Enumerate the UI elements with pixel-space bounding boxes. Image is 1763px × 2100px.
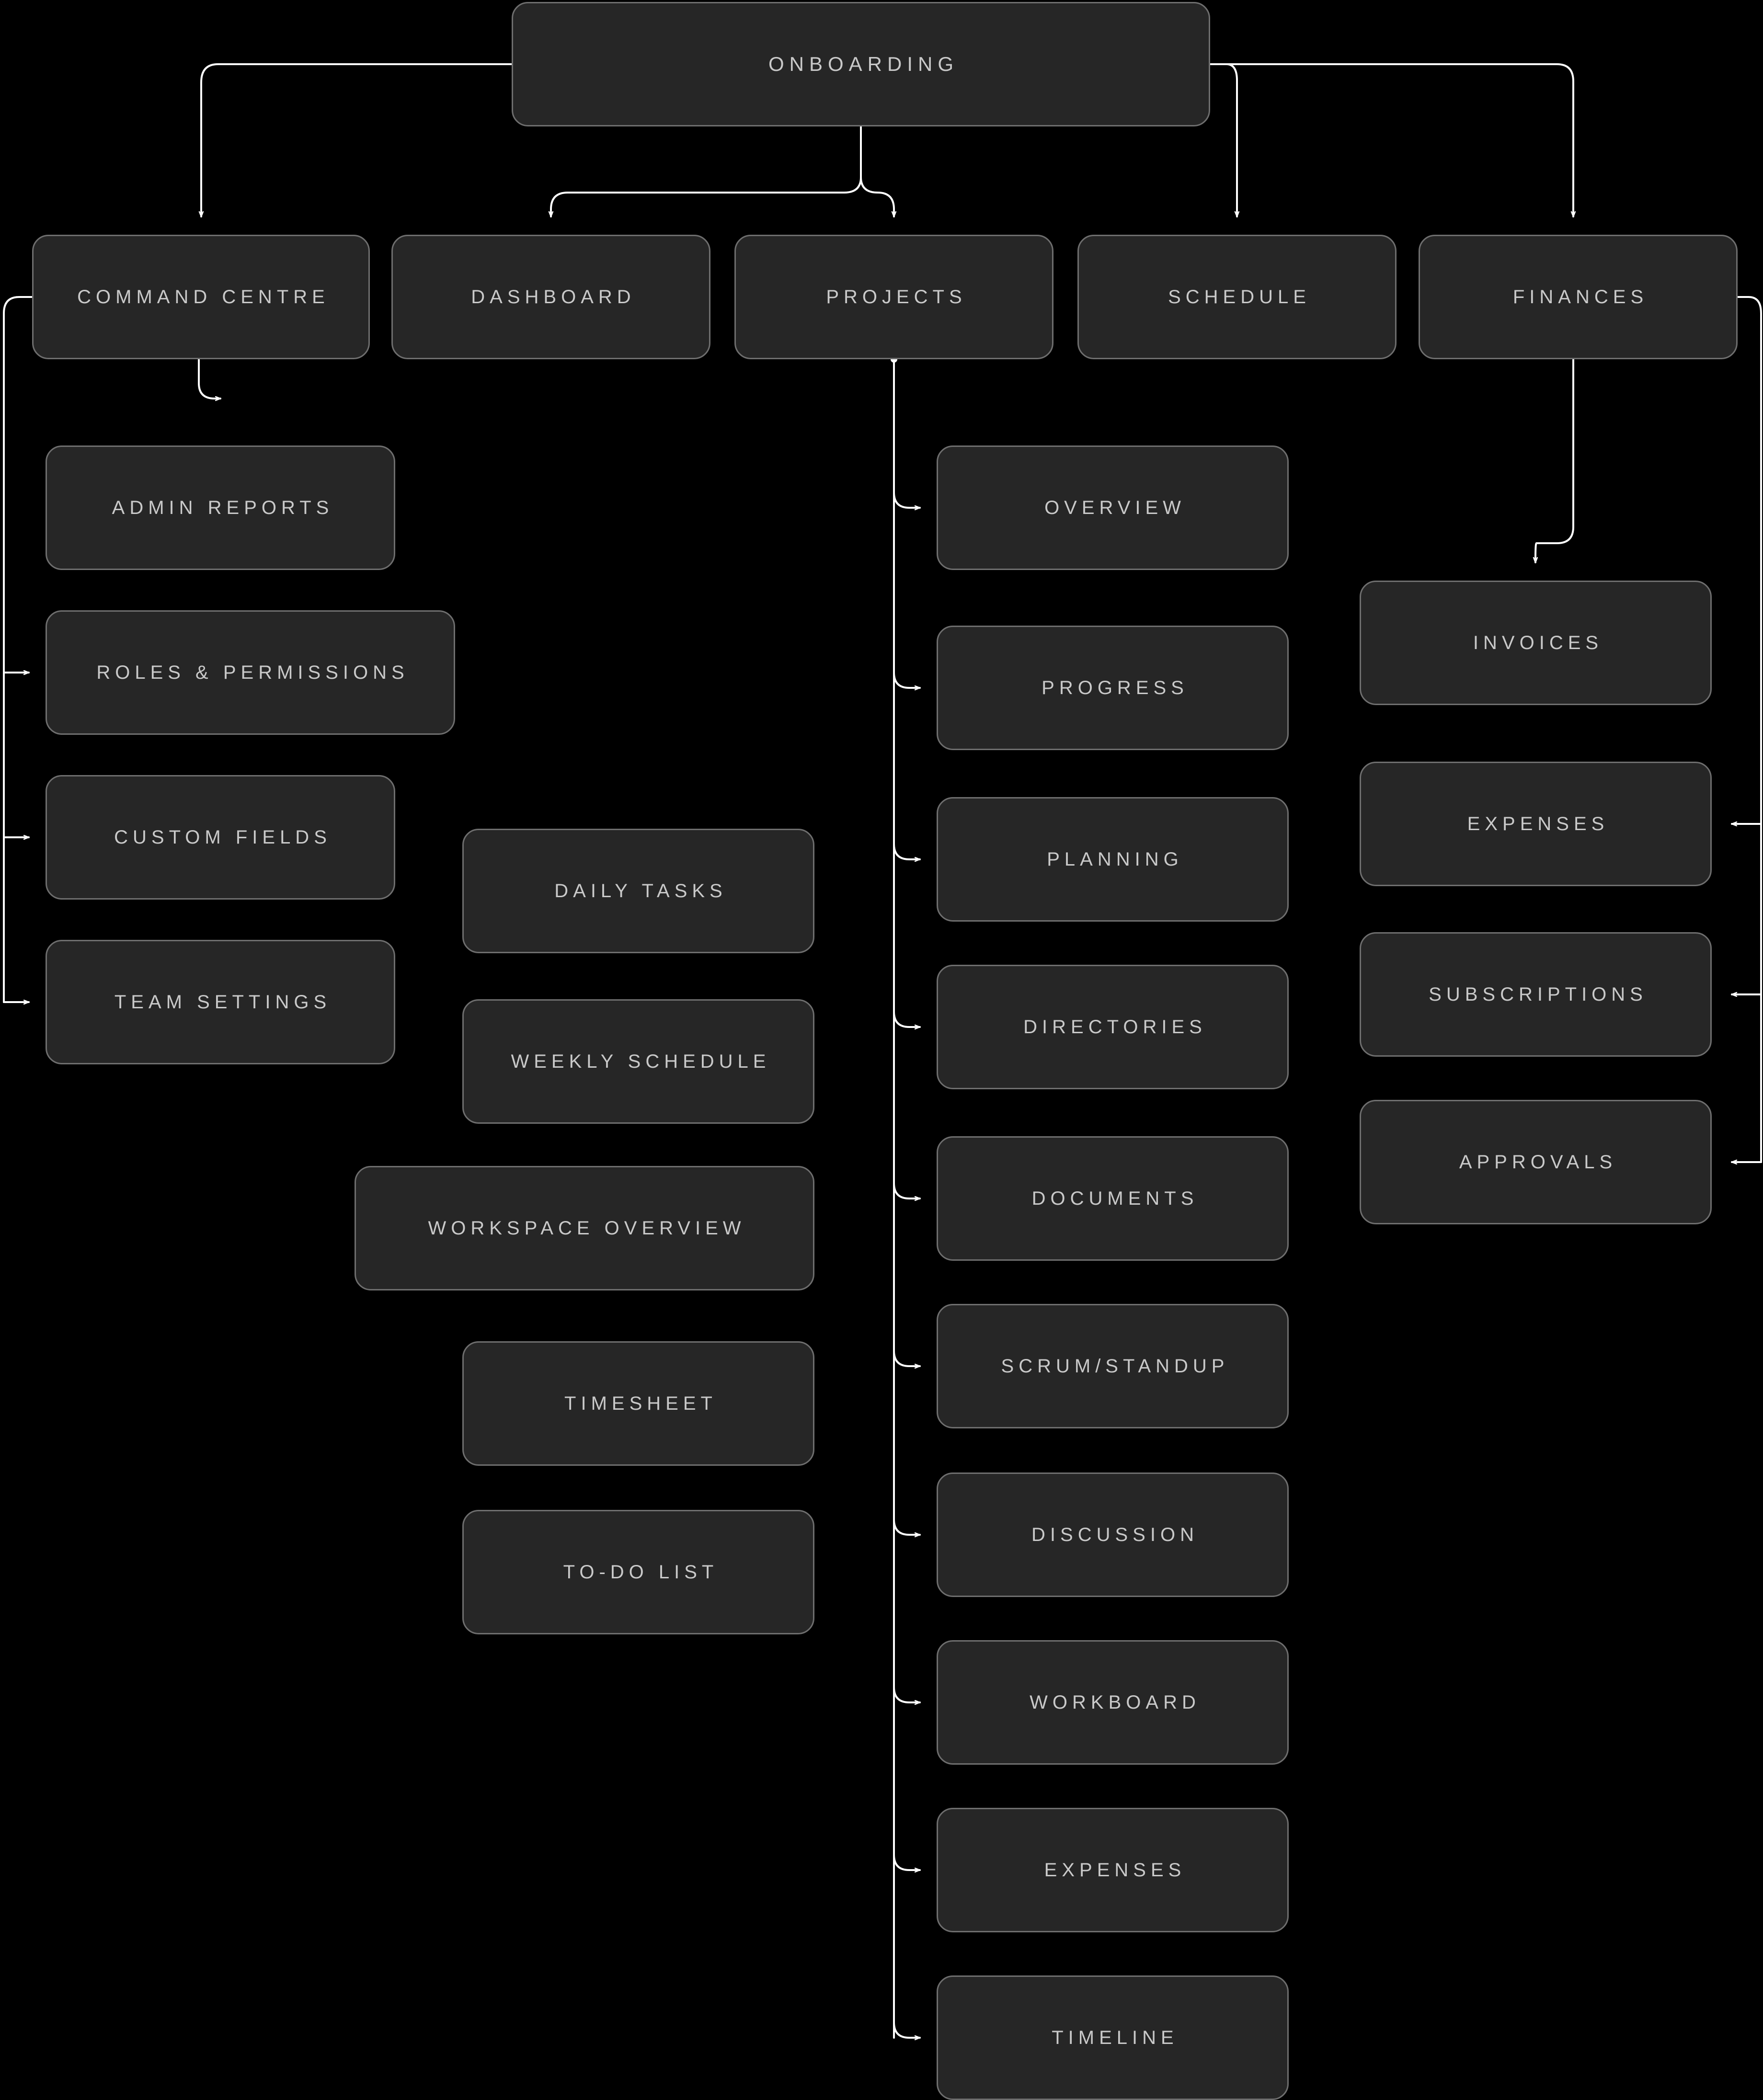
node-progress[interactable]: PROGRESS (937, 626, 1289, 750)
node-weekly-schedule[interactable]: WEEKLY SCHEDULE (462, 999, 814, 1124)
node-label: EXPENSES (1044, 1860, 1186, 1881)
node-team-settings[interactable]: TEAM SETTINGS (46, 940, 395, 1064)
node-label: SUBSCRIPTIONS (1429, 984, 1648, 1005)
node-label: WORKBOARD (1030, 1692, 1201, 1713)
node-label: OVERVIEW (1044, 497, 1186, 518)
edge-pr-discussion (893, 1518, 921, 1535)
node-label: SCHEDULE (1168, 286, 1311, 308)
sitemap-diagram: ONBOARDING COMMAND CENTRE DASHBOARD PROJ… (0, 0, 1763, 2100)
node-finance-expenses[interactable]: EXPENSES (1360, 762, 1712, 886)
edge-root-dashboard (551, 126, 862, 217)
edge-root-schedule (1209, 63, 1237, 217)
node-label: DISCUSSION (1031, 1524, 1199, 1545)
edge-pr-directories (893, 1011, 921, 1027)
edge-cc-left-trunk (3, 296, 33, 1003)
node-admin-reports[interactable]: ADMIN REPORTS (46, 445, 395, 570)
node-documents[interactable]: DOCUMENTS (937, 1136, 1289, 1261)
node-label: WEEKLY SCHEDULE (511, 1051, 771, 1072)
node-label: PLANNING (1047, 849, 1183, 870)
node-approvals[interactable]: APPROVALS (1360, 1100, 1712, 1224)
node-timesheet[interactable]: TIMESHEET (462, 1341, 814, 1466)
node-label: DAILY TASKS (554, 880, 727, 902)
node-overview[interactable]: OVERVIEW (937, 445, 1289, 570)
node-label: ROLES & PERMISSIONS (96, 662, 409, 683)
node-directories[interactable]: DIRECTORIES (937, 965, 1289, 1089)
edge-pr-documents (893, 1182, 921, 1198)
node-command-centre[interactable]: COMMAND CENTRE (32, 235, 370, 359)
node-schedule[interactable]: SCHEDULE (1077, 235, 1397, 359)
node-label: DASHBOARD (471, 286, 636, 308)
node-dashboard[interactable]: DASHBOARD (391, 235, 710, 359)
edge-root-finances (1209, 63, 1573, 217)
node-label: SCRUM/STANDUP (1001, 1356, 1229, 1377)
node-label: TO-DO LIST (563, 1562, 719, 1583)
node-label: CUSTOM FIELDS (114, 827, 332, 848)
node-invoices[interactable]: INVOICES (1360, 581, 1712, 705)
node-label: COMMAND CENTRE (77, 286, 330, 308)
node-onboarding[interactable]: ONBOARDING (512, 2, 1210, 126)
node-label: FINANCES (1512, 286, 1649, 308)
edge-fin-invoices (1535, 358, 1574, 563)
edge-cc-admin-reports (198, 358, 221, 399)
node-label: DOCUMENTS (1031, 1188, 1199, 1209)
node-label: APPROVALS (1459, 1152, 1617, 1173)
node-custom-fields[interactable]: CUSTOM FIELDS (46, 775, 395, 900)
edge-pr-timeline (893, 2021, 921, 2038)
edge-root-command-centre (201, 63, 513, 217)
node-workspace-overview[interactable]: WORKSPACE OVERVIEW (355, 1166, 814, 1290)
node-timeline[interactable]: TIMELINE (937, 1975, 1289, 2100)
edge-pr-workboard (893, 1686, 921, 1702)
node-label: EXPENSES (1467, 813, 1609, 834)
node-label: PROGRESS (1042, 677, 1189, 698)
node-finances[interactable]: FINANCES (1419, 235, 1738, 359)
node-label: ADMIN REPORTS (112, 497, 334, 518)
node-subscriptions[interactable]: SUBSCRIPTIONS (1360, 932, 1712, 1057)
node-label: ONBOARDING (768, 52, 959, 75)
node-label: DIRECTORIES (1023, 1016, 1207, 1038)
edge-fin-right-trunk (1737, 296, 1762, 1163)
edge-pr-progress (893, 672, 921, 688)
edge-pr-expenses (893, 1854, 921, 1870)
node-label: TIMESHEET (564, 1393, 717, 1414)
node-daily-tasks[interactable]: DAILY TASKS (462, 829, 814, 953)
node-workboard[interactable]: WORKBOARD (937, 1640, 1289, 1765)
node-label: INVOICES (1473, 632, 1603, 653)
node-project-expenses[interactable]: EXPENSES (937, 1808, 1289, 1932)
edge-root-projects (860, 126, 894, 217)
node-roles-permissions[interactable]: ROLES & PERMISSIONS (46, 610, 455, 735)
node-to-do-list[interactable]: TO-DO LIST (462, 1510, 814, 1634)
node-discussion[interactable]: DISCUSSION (937, 1472, 1289, 1597)
edge-pr-scrum (893, 1350, 921, 1366)
node-planning[interactable]: PLANNING (937, 797, 1289, 922)
node-projects[interactable]: PROJECTS (734, 235, 1053, 359)
node-scrum-standup[interactable]: SCRUM/STANDUP (937, 1304, 1289, 1428)
node-label: TEAM SETTINGS (114, 992, 332, 1013)
node-label: PROJECTS (826, 286, 967, 308)
node-label: TIMELINE (1052, 2027, 1179, 2048)
edge-pr-overview (893, 491, 921, 508)
edge-pr-planning (893, 843, 921, 859)
node-label: WORKSPACE OVERVIEW (428, 1218, 746, 1239)
